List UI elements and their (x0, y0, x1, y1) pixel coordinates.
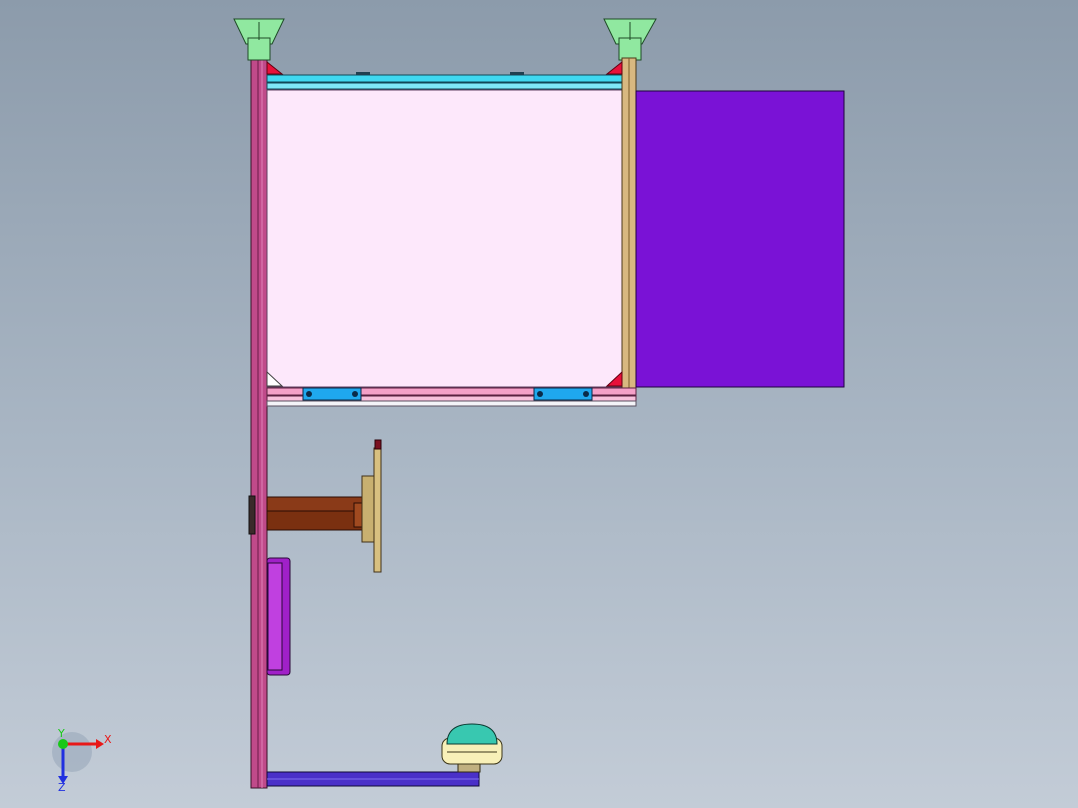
top-rail-nub-2 (510, 72, 524, 75)
corner-bracket-top-right (605, 60, 623, 75)
left-post-body (250, 57, 268, 789)
slider-block-left[interactable] (302, 387, 362, 401)
plate-body (373, 447, 382, 573)
top-rail-bar-lower (266, 82, 624, 90)
slider-left-bolt-1 (306, 391, 312, 397)
left-frame-post[interactable] (250, 57, 268, 789)
left-foot-stem (247, 37, 271, 61)
triad-y-dot (58, 739, 68, 749)
top-rail-bar (266, 74, 624, 83)
base-beam[interactable] (266, 771, 480, 787)
slider-right-bolt-2 (583, 391, 589, 397)
arm-body-lower (266, 510, 363, 531)
triad-y-label: Y (57, 727, 65, 740)
triad-x-arrow (96, 739, 104, 749)
top-rail-nub-1 (356, 72, 370, 75)
slider-right-bolt-1 (537, 391, 543, 397)
triad-z-label: Z (58, 781, 66, 794)
arm-body-upper (266, 496, 363, 512)
bottom-rail[interactable] (266, 387, 637, 407)
main-panel[interactable] (266, 89, 623, 388)
mounting-plate[interactable] (361, 439, 382, 573)
right-foot-stem (618, 37, 642, 61)
top-rail[interactable] (266, 72, 624, 90)
side-door-panel[interactable] (635, 90, 845, 388)
right-frame-post[interactable] (621, 57, 637, 389)
lamp-dome (446, 723, 498, 745)
axis-triad: X Y Z (52, 727, 112, 794)
bottom-rail-edge (266, 400, 637, 407)
right-mount-foot[interactable] (603, 18, 657, 61)
control-box-face (267, 562, 283, 671)
cad-viewport[interactable]: X Y Z (0, 0, 1078, 808)
plate-tab (374, 439, 382, 450)
slider-left-bolt-2 (352, 391, 358, 397)
arm-clamp (248, 495, 256, 535)
left-mount-foot[interactable] (233, 18, 285, 61)
plate-side-block (361, 475, 375, 543)
slider-block-right[interactable] (533, 387, 593, 401)
control-box[interactable] (266, 557, 291, 676)
triad-x-label: X (104, 733, 112, 746)
signal-lamp[interactable] (441, 723, 503, 773)
corner-bracket-top-left (266, 60, 284, 75)
